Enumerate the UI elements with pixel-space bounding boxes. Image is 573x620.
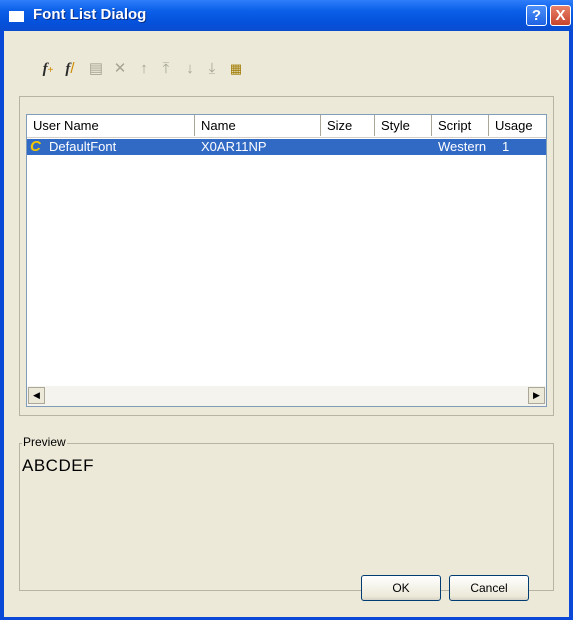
column-size[interactable]: Size [321, 115, 375, 136]
move-down-icon[interactable]: ↓ [180, 58, 200, 80]
font-list-dialog: Font List Dialog ? X f+ f/ ▤ ✕ ↑ ⤒ ↓ ⤓ ▦… [0, 0, 573, 620]
window-icon [9, 11, 24, 22]
column-script[interactable]: Script [432, 115, 489, 136]
table-row[interactable]: C DefaultFont X0AR11NP Western 1 [27, 139, 546, 155]
move-up-icon[interactable]: ↑ [134, 58, 154, 80]
horizontal-scrollbar[interactable]: ◀ ▶ [27, 386, 546, 406]
preview-label: Preview [22, 435, 67, 449]
window-title: Font List Dialog [33, 6, 147, 23]
scroll-right-icon[interactable]: ▶ [528, 387, 545, 404]
cell-script: Western [438, 139, 487, 154]
cell-user-name: DefaultFont [49, 139, 117, 154]
preview-group [19, 443, 554, 591]
scroll-left-icon[interactable]: ◀ [28, 387, 45, 404]
edit-font-icon[interactable]: f/ [60, 58, 80, 80]
column-usage[interactable]: Usage [489, 115, 546, 136]
font-icon: C [30, 138, 41, 155]
title-bar[interactable]: Font List Dialog ? X [0, 0, 573, 31]
preview-text: ABCDEF [22, 456, 94, 475]
move-top-icon[interactable]: ⤒ [156, 58, 176, 80]
list-header: User Name Name Size Style Script Usage [27, 115, 546, 138]
column-user-name[interactable]: User Name [27, 115, 195, 136]
column-style[interactable]: Style [375, 115, 432, 136]
move-bottom-icon[interactable]: ⤓ [202, 58, 222, 80]
help-button[interactable]: ? [526, 5, 547, 26]
delete-icon[interactable]: ✕ [110, 58, 130, 80]
column-name[interactable]: Name [195, 115, 321, 136]
add-font-icon[interactable]: f+ [38, 58, 58, 80]
ok-button[interactable]: OK [361, 575, 441, 601]
cancel-button[interactable]: Cancel [449, 575, 529, 601]
close-button[interactable]: X [550, 5, 571, 26]
cell-usage: 1 [502, 139, 510, 154]
dialog-client-area: f+ f/ ▤ ✕ ↑ ⤒ ↓ ⤓ ▦ User Name Name Size … [4, 31, 569, 617]
properties-icon[interactable]: ▤ [86, 58, 106, 80]
table-icon[interactable]: ▦ [226, 58, 246, 80]
font-list-view[interactable]: User Name Name Size Style Script Usage C… [26, 114, 547, 407]
cell-name: X0AR11NP [201, 139, 267, 154]
